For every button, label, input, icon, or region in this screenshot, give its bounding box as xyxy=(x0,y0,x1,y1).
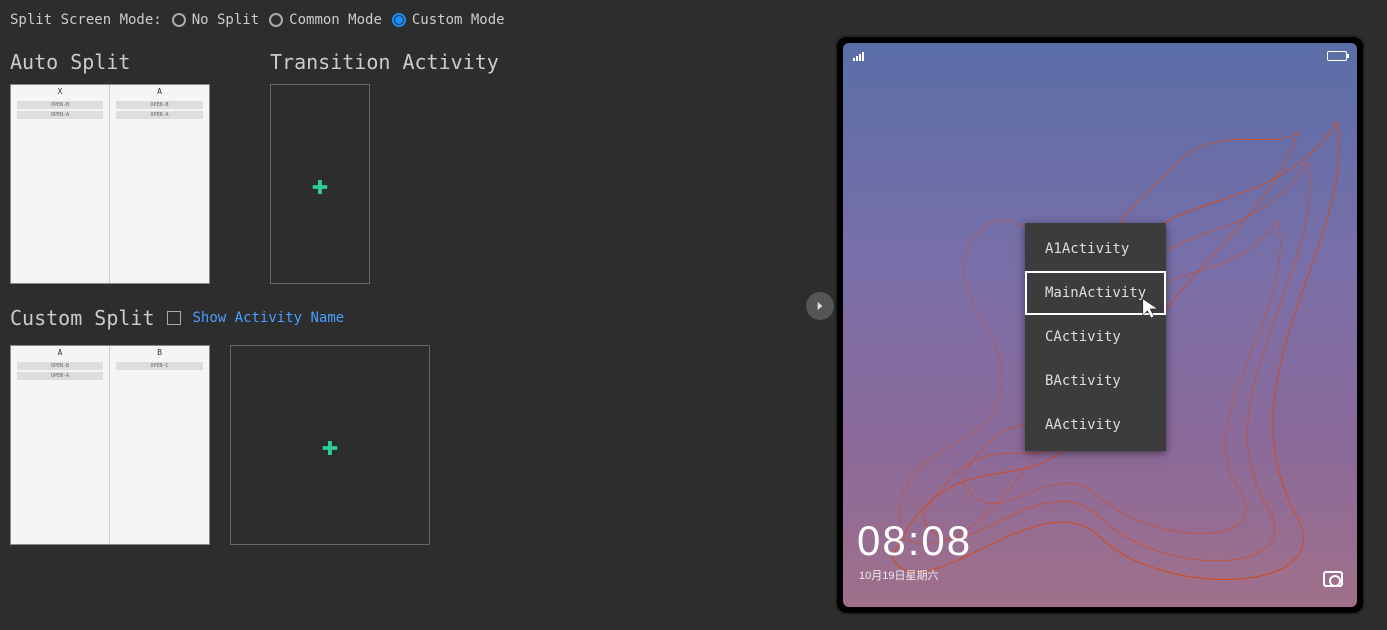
custom-split-header: Custom Split xyxy=(10,306,155,330)
half-bar: OPEN-A xyxy=(116,111,203,119)
device-screen[interactable]: 08:08 10月19日星期六 A1Activity MainActivity … xyxy=(843,43,1357,607)
transition-activity-header: Transition Activity xyxy=(270,50,499,74)
date: 10月19日星期六 xyxy=(859,567,938,583)
radio-common-mode[interactable]: Common Mode xyxy=(269,12,382,28)
radio-custom-mode[interactable]: Custom Mode xyxy=(392,12,505,28)
camera-icon[interactable] xyxy=(1323,571,1343,587)
clock: 08:08 xyxy=(857,517,972,565)
add-custom-split[interactable]: ✚ xyxy=(230,345,430,545)
custom-split-panel[interactable]: A OPEN-B OPEN-A B OPEN-C xyxy=(10,345,210,545)
plus-icon: ✚ xyxy=(312,168,329,201)
split-half-left: A OPEN-B OPEN-A xyxy=(11,346,110,544)
signal-icon xyxy=(853,52,864,61)
radio-label: Common Mode xyxy=(289,12,382,28)
half-header: B xyxy=(110,348,209,360)
radio-icon xyxy=(392,13,406,27)
show-activity-name-link[interactable]: Show Activity Name xyxy=(193,310,345,326)
activity-item[interactable]: A1Activity xyxy=(1025,227,1166,271)
battery-icon xyxy=(1327,51,1347,61)
plus-icon: ✚ xyxy=(322,429,339,462)
auto-split-header: Auto Split xyxy=(10,50,210,74)
radio-no-split[interactable]: No Split xyxy=(172,12,259,28)
status-bar xyxy=(843,47,1357,65)
device-preview: 08:08 10月19日星期六 A1Activity MainActivity … xyxy=(835,35,1365,615)
split-half-right: A OPEN-B OPEN-A xyxy=(110,85,209,283)
auto-split-panel[interactable]: X OPEN-B OPEN-A A OPEN-B OPEN-A xyxy=(10,84,210,284)
split-half-left: X OPEN-B OPEN-A xyxy=(11,85,110,283)
split-half-right: B OPEN-C xyxy=(110,346,209,544)
half-header: X xyxy=(11,87,109,99)
radio-label: No Split xyxy=(192,12,259,28)
radio-icon xyxy=(269,13,283,27)
activity-menu[interactable]: A1Activity MainActivity CActivity BActiv… xyxy=(1025,223,1166,451)
activity-item[interactable]: BActivity xyxy=(1025,359,1166,403)
add-transition-activity[interactable]: ✚ xyxy=(270,84,370,284)
half-bar: OPEN-B xyxy=(17,362,103,370)
half-bar: OPEN-A xyxy=(17,111,103,119)
half-bar: OPEN-B xyxy=(116,101,203,109)
arrow-right-icon xyxy=(813,299,827,313)
activity-item[interactable]: AActivity xyxy=(1025,403,1166,447)
arrow-right-button[interactable] xyxy=(806,292,834,320)
half-bar: OPEN-A xyxy=(17,372,103,380)
half-bar: OPEN-C xyxy=(116,362,203,370)
half-header: A xyxy=(110,87,209,99)
show-activity-name-checkbox[interactable] xyxy=(167,311,181,325)
radio-icon xyxy=(172,13,186,27)
radio-label: Custom Mode xyxy=(412,12,505,28)
split-mode-label: Split Screen Mode: xyxy=(10,12,162,28)
half-header: A xyxy=(11,348,109,360)
cursor-icon xyxy=(1141,297,1163,319)
activity-item[interactable]: CActivity xyxy=(1025,315,1166,359)
half-bar: OPEN-B xyxy=(17,101,103,109)
